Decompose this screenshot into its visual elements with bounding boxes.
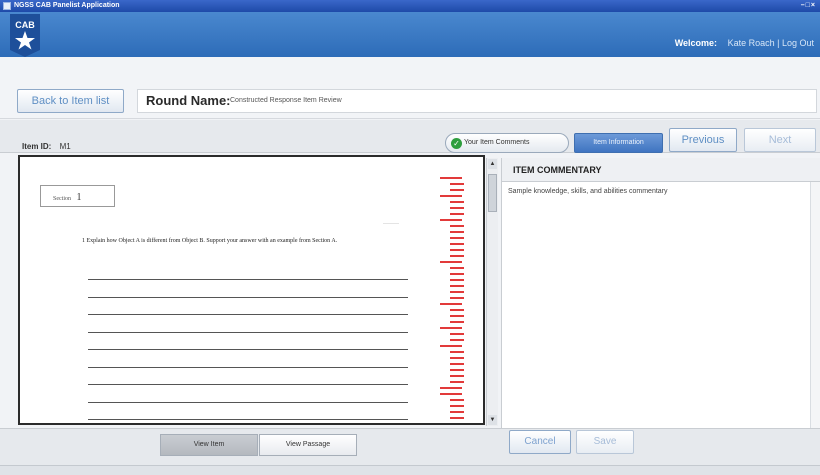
annotation-mark — [450, 231, 464, 233]
save-button[interactable]: Save — [576, 430, 634, 454]
annotation-mark — [450, 285, 464, 287]
view-item-tab[interactable]: View Item — [160, 434, 258, 456]
annotation-marks — [440, 175, 470, 425]
annotation-mark — [440, 327, 462, 329]
annotation-mark — [450, 411, 464, 413]
item-information-button[interactable]: Item Information — [574, 133, 663, 153]
cancel-button[interactable]: Cancel — [509, 430, 571, 454]
annotation-mark — [440, 177, 462, 179]
annotation-mark — [450, 267, 464, 269]
annotation-mark — [450, 351, 464, 353]
annotation-mark — [450, 423, 464, 425]
cab-logo: CAB — [10, 14, 40, 57]
round-name-value: Constructed Response Item Review — [230, 97, 342, 104]
scroll-down-icon[interactable]: ▼ — [488, 415, 497, 425]
answer-line — [88, 366, 408, 368]
annotation-mark — [440, 195, 462, 197]
commentary-text-area[interactable]: Sample knowledge, skills, and abilities … — [508, 188, 668, 195]
your-item-comments-button[interactable]: ✓ Your Item Comments — [445, 133, 569, 153]
round-name-box: Round Name: Constructed Response Item Re… — [137, 89, 817, 113]
page-note: ———— — [383, 220, 399, 225]
annotation-mark — [450, 309, 464, 311]
window-titlebar: NGSS CAB Panelist Application –□× — [0, 0, 820, 12]
window-title: NGSS CAB Panelist Application — [14, 2, 120, 9]
annotation-mark — [450, 243, 464, 245]
separator: | — [777, 38, 780, 48]
annotation-mark — [450, 357, 464, 359]
annotation-mark — [450, 405, 464, 407]
item-id-value: M1 — [59, 142, 71, 151]
annotation-mark — [450, 339, 464, 341]
annotation-mark — [450, 381, 464, 383]
annotation-mark — [450, 183, 464, 185]
annotation-mark — [450, 375, 464, 377]
item-viewer: Section 1 ———— 1 Explain how Object A is… — [18, 155, 485, 425]
annotation-mark — [450, 333, 464, 335]
app-icon — [3, 2, 11, 10]
commentary-scrollbar[interactable] — [810, 182, 820, 428]
item-id-label: Item ID: — [22, 142, 52, 151]
item-commentary-panel: ITEM COMMENTARY Sample knowledge, skills… — [501, 158, 820, 428]
user-name-link[interactable]: Kate Roach — [728, 38, 775, 48]
item-viewer-scrollbar[interactable]: ▲ ▼ — [486, 158, 498, 426]
annotation-mark — [440, 261, 462, 263]
status-bar — [0, 465, 820, 475]
annotation-mark — [440, 219, 462, 221]
annotation-mark — [440, 303, 462, 305]
annotation-mark — [450, 201, 464, 203]
annotation-mark — [440, 387, 462, 389]
annotation-mark — [450, 237, 464, 239]
annotation-mark — [440, 393, 462, 395]
welcome-area: Welcome: Kate Roach | Log Out — [675, 38, 814, 48]
section-box: Section 1 — [40, 185, 115, 207]
annotation-mark — [450, 207, 464, 209]
answer-line — [88, 401, 408, 403]
annotation-mark — [450, 213, 464, 215]
item-commentary-heading: ITEM COMMENTARY — [502, 158, 820, 182]
annotation-mark — [450, 189, 464, 191]
annotation-mark — [440, 345, 462, 347]
round-name-label: Round Name: — [146, 93, 231, 108]
answer-line — [88, 331, 408, 333]
annotation-mark — [450, 321, 464, 323]
annotation-mark — [450, 417, 464, 419]
next-button[interactable]: Next — [744, 128, 816, 152]
welcome-label: Welcome: — [674, 38, 718, 48]
annotation-mark — [450, 399, 464, 401]
check-icon: ✓ — [451, 138, 462, 149]
window-controls[interactable]: –□× — [801, 1, 816, 11]
answer-line — [88, 314, 408, 315]
view-passage-tab[interactable]: View Passage — [259, 434, 357, 456]
answer-line — [88, 384, 408, 385]
question-text: 1 Explain how Object A is different from… — [82, 238, 338, 244]
annotation-mark — [450, 279, 464, 281]
annotation-mark — [450, 291, 464, 293]
annotation-mark — [450, 369, 464, 371]
app-window: NGSS CAB Panelist Application –□× CAB We… — [0, 0, 820, 475]
previous-button[interactable]: Previous — [669, 128, 737, 152]
answer-line — [88, 279, 408, 280]
answer-line — [88, 296, 408, 298]
comments-label: Your Item Comments — [464, 139, 530, 146]
annotation-mark — [450, 273, 464, 275]
annotation-mark — [450, 363, 464, 365]
scroll-up-icon[interactable]: ▲ — [488, 159, 497, 169]
scrollbar-thumb[interactable] — [488, 174, 497, 212]
annotation-mark — [450, 225, 464, 227]
app-header: CAB Welcome: Kate Roach | Log Out — [0, 12, 820, 57]
annotation-mark — [450, 297, 464, 299]
section-number: 1 — [76, 192, 82, 203]
item-id: Item ID: M1 — [22, 142, 71, 151]
logout-link[interactable]: Log Out — [782, 38, 814, 48]
annotation-mark — [450, 255, 464, 257]
back-to-item-list-button[interactable]: Back to Item list — [17, 89, 124, 113]
section-label: Section — [53, 196, 71, 202]
answer-line — [88, 349, 408, 350]
annotation-mark — [450, 315, 464, 317]
answer-line — [88, 419, 408, 420]
logo-text: CAB — [15, 20, 35, 30]
annotation-mark — [450, 249, 464, 251]
